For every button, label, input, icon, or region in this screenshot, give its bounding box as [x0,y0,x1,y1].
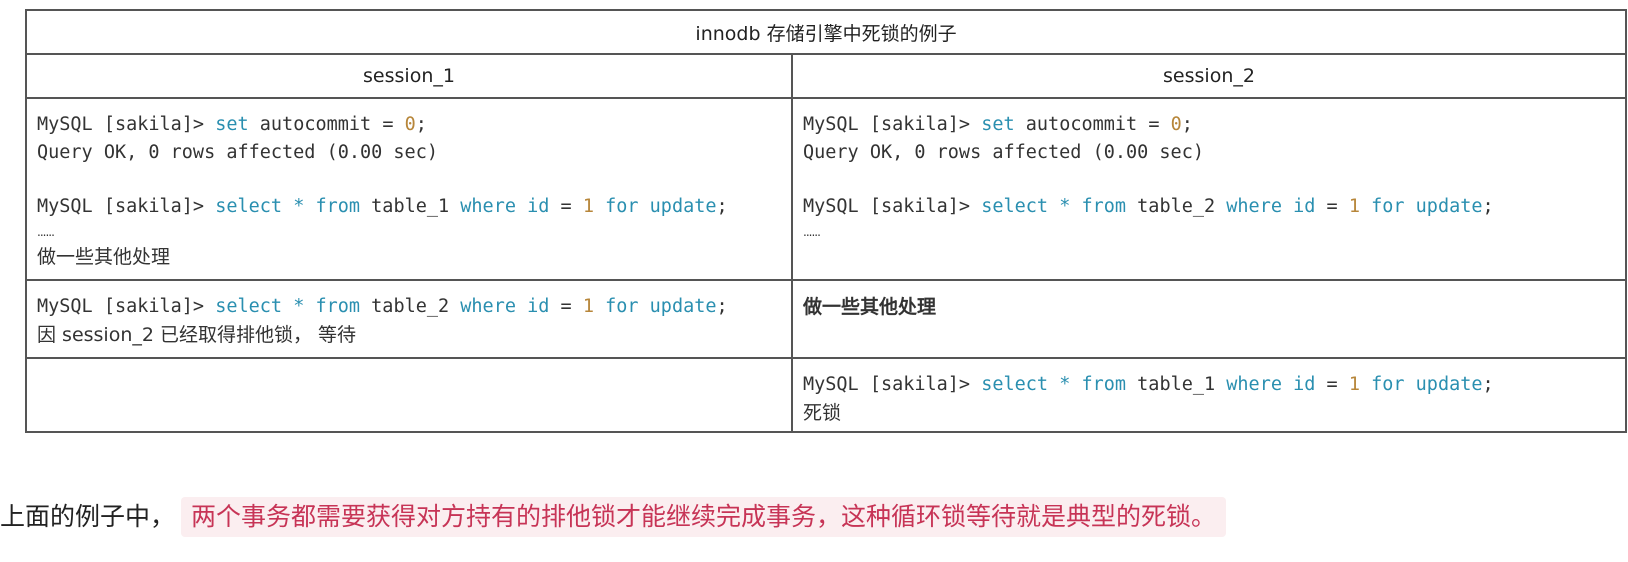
cell-r1-session-1: MySQL [sakila]> set autocommit = 0; Quer… [25,97,793,281]
ellipsis-text: ...... [803,225,821,239]
sql-statement: select * from table_2 where id = 1 for u… [981,196,1494,217]
sql-line-set-autocommit: MySQL [sakila]> set autocommit = 0; [37,111,791,139]
query-result: Query OK, 0 rows affected (0.00 sec) [803,142,1204,163]
note-text: 做一些其他处理 [37,246,171,268]
mysql-prompt: MySQL [sakila]> [803,196,982,217]
cell-r1-session-2: MySQL [sakila]> set autocommit = 0; Quer… [791,97,1627,281]
note-text: 做一些其他处理 [803,296,937,318]
sql-line-select: MySQL [sakila]> select * from table_2 wh… [37,293,791,321]
note-text: 因 session_2 已经取得排他锁， 等待 [37,324,357,346]
explanation-intro: 上面的例子中， [0,502,176,531]
sql-line-select: MySQL [sakila]> select * from table_1 wh… [803,371,1625,399]
mysql-prompt: MySQL [sakila]> [803,374,982,395]
sql-line-select: MySQL [sakila]> select * from table_1 wh… [37,193,791,221]
query-result: Query OK, 0 rows affected (0.00 sec) [37,142,438,163]
cell-r3-session-2: MySQL [sakila]> select * from table_1 wh… [791,357,1627,433]
sql-line-set-autocommit: MySQL [sakila]> set autocommit = 0; [803,111,1625,139]
mysql-prompt: MySQL [sakila]> [37,296,216,317]
sql-statement: set autocommit = 0; [981,114,1193,135]
cell-r2-session-2: 做一些其他处理 [791,279,1627,359]
explanation-paragraph: 上面的例子中， 两个事务都需要获得对方持有的排他锁才能继续完成事务，这种循环锁等待… [0,497,1227,537]
cell-r2-session-1: MySQL [sakila]> select * from table_2 wh… [25,279,793,359]
column-header-session-2: session_2 [791,53,1627,99]
sql-statement: select * from table_2 where id = 1 for u… [215,296,728,317]
ellipsis-text: ...... [37,225,55,239]
table-caption: innodb 存储引擎中死锁的例子 [25,9,1627,55]
cell-r3-session-1-empty [25,357,793,433]
deadlock-example-table: innodb 存储引擎中死锁的例子 session_1 session_2 My… [25,9,1627,433]
mysql-prompt: MySQL [sakila]> [37,114,216,135]
sql-statement: select * from table_1 where id = 1 for u… [981,374,1494,395]
column-header-session-1: session_1 [25,53,793,99]
sql-statement: set autocommit = 0; [215,114,427,135]
sql-line-select: MySQL [sakila]> select * from table_2 wh… [803,193,1625,221]
sql-statement: select * from table_1 where id = 1 for u… [215,196,728,217]
mysql-prompt: MySQL [sakila]> [803,114,982,135]
note-text: 死锁 [803,402,842,424]
mysql-prompt: MySQL [sakila]> [37,196,216,217]
explanation-highlight: 两个事务都需要获得对方持有的排他锁才能继续完成事务，这种循环锁等待就是典型的死锁… [181,497,1227,537]
